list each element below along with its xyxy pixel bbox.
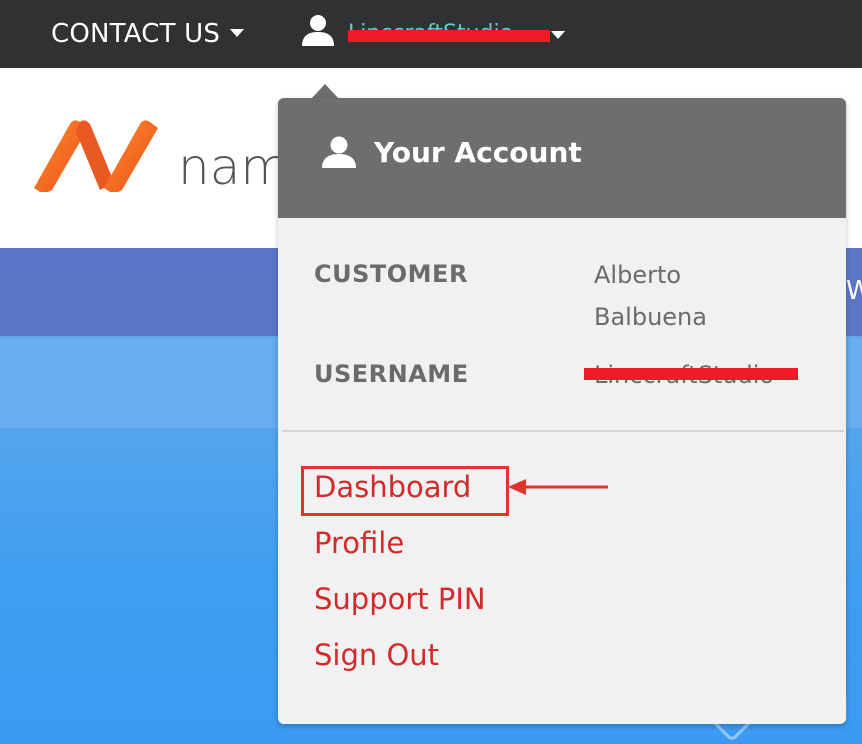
dropdown-divider [282, 430, 844, 432]
dropdown-header: Your Account [278, 98, 846, 218]
nav-partial-text: W [846, 276, 862, 306]
user-icon [302, 15, 334, 46]
annotation-highlight-box [301, 466, 509, 516]
dropdown-title: Your Account [374, 136, 582, 169]
chevron-down-icon [230, 28, 245, 37]
redaction-bar [584, 368, 798, 380]
customer-label: CUSTOMER [314, 260, 468, 288]
customer-first-name: Alberto [594, 261, 682, 289]
sign-out-link[interactable]: Sign Out [314, 638, 439, 672]
username-label: USERNAME [314, 360, 469, 388]
account-dropdown: Your Account CUSTOMER Alberto Balbuena U… [278, 98, 846, 724]
customer-value: Alberto Balbuena [594, 254, 794, 338]
redaction-bar [348, 30, 550, 42]
profile-link[interactable]: Profile [314, 526, 404, 560]
dropdown-pointer [311, 84, 339, 99]
contact-us-menu[interactable]: CONTACT US [51, 0, 245, 68]
contact-us-label: CONTACT US [51, 19, 221, 49]
top-nav-bar: CONTACT US LinccraftStudio [0, 0, 862, 68]
user-icon [322, 136, 356, 168]
customer-last-name: Balbuena [594, 303, 707, 331]
account-menu[interactable]: LinccraftStudio [300, 0, 570, 68]
support-pin-link[interactable]: Support PIN [314, 582, 486, 616]
annotation-arrow-icon [508, 479, 608, 495]
chevron-down-icon [551, 31, 565, 39]
namecheap-logo-icon [34, 120, 158, 192]
